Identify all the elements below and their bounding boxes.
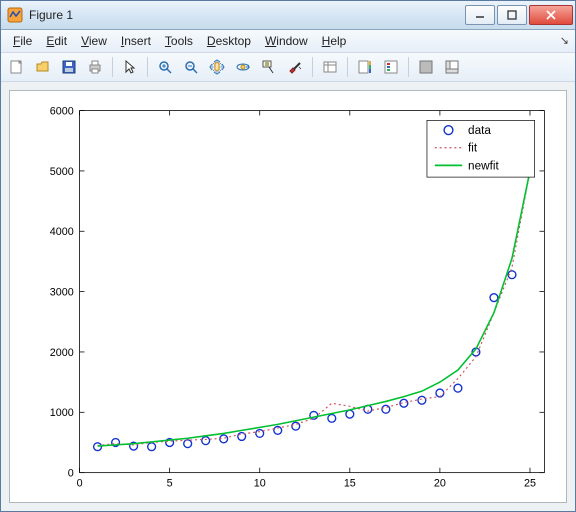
svg-text:10: 10: [254, 477, 266, 489]
menu-edit[interactable]: Edit: [40, 32, 73, 50]
svg-text:data: data: [468, 124, 491, 137]
app-icon: [7, 7, 23, 23]
figure-window: Figure 1 File Edit View Insert Tools Des…: [0, 0, 576, 512]
legend-button[interactable]: [379, 55, 403, 79]
svg-text:fit: fit: [468, 142, 478, 155]
svg-text:4000: 4000: [50, 226, 74, 238]
svg-text:5000: 5000: [50, 166, 74, 178]
toolbar-sep: [147, 57, 148, 77]
datacursor-button[interactable]: [257, 55, 281, 79]
menubar: File Edit View Insert Tools Desktop Wind…: [1, 30, 575, 53]
svg-text:0: 0: [68, 468, 74, 480]
print-button[interactable]: [83, 55, 107, 79]
rotate3d-button[interactable]: [231, 55, 255, 79]
dock-arrow-icon[interactable]: ↘: [560, 34, 569, 47]
colorbar-button[interactable]: [353, 55, 377, 79]
open-button[interactable]: [31, 55, 55, 79]
toolbar-sep: [408, 57, 409, 77]
svg-text:3000: 3000: [50, 287, 74, 299]
toolbar: [1, 53, 575, 82]
new-figure-button[interactable]: [5, 55, 29, 79]
toolbar-sep: [347, 57, 348, 77]
toolbar-sep: [112, 57, 113, 77]
menu-help[interactable]: Help: [316, 32, 353, 50]
minimize-button[interactable]: [465, 5, 495, 25]
menu-desktop[interactable]: Desktop: [201, 32, 257, 50]
menu-tools[interactable]: Tools: [159, 32, 199, 50]
window-title: Figure 1: [29, 8, 465, 22]
hide-plot-tools-button[interactable]: [414, 55, 438, 79]
pointer-button[interactable]: [118, 55, 142, 79]
maximize-button[interactable]: [497, 5, 527, 25]
figure-panel: 0 5 10 15 20 25 0 1000 2000 3000 4000 5000 6000 data f…: [9, 90, 567, 503]
show-plot-tools-button[interactable]: [440, 55, 464, 79]
menu-insert[interactable]: Insert: [115, 32, 157, 50]
svg-text:1000: 1000: [50, 407, 74, 419]
window-controls: [465, 5, 573, 25]
pan-button[interactable]: [205, 55, 229, 79]
svg-text:25: 25: [524, 477, 536, 489]
svg-text:0: 0: [77, 477, 83, 489]
toolbar-sep: [312, 57, 313, 77]
svg-text:2000: 2000: [50, 347, 74, 359]
link-data-button[interactable]: [318, 55, 342, 79]
titlebar: Figure 1: [1, 1, 575, 30]
svg-text:5: 5: [167, 477, 173, 489]
brush-button[interactable]: [283, 55, 307, 79]
plot-area: 0 5 10 15 20 25 0 1000 2000 3000 4000 5000 6000 data f…: [1, 82, 575, 511]
zoom-out-button[interactable]: [179, 55, 203, 79]
menu-window[interactable]: Window: [259, 32, 314, 50]
close-button[interactable]: [529, 5, 573, 25]
svg-text:newfit: newfit: [468, 159, 499, 172]
menu-file[interactable]: File: [7, 32, 38, 50]
save-button[interactable]: [57, 55, 81, 79]
menu-view[interactable]: View: [75, 32, 113, 50]
svg-text:6000: 6000: [50, 105, 74, 117]
svg-text:15: 15: [344, 477, 356, 489]
zoom-in-button[interactable]: [153, 55, 177, 79]
axes[interactable]: 0 5 10 15 20 25 0 1000 2000 3000 4000 5000 6000 data f…: [10, 91, 566, 502]
svg-text:20: 20: [434, 477, 446, 489]
